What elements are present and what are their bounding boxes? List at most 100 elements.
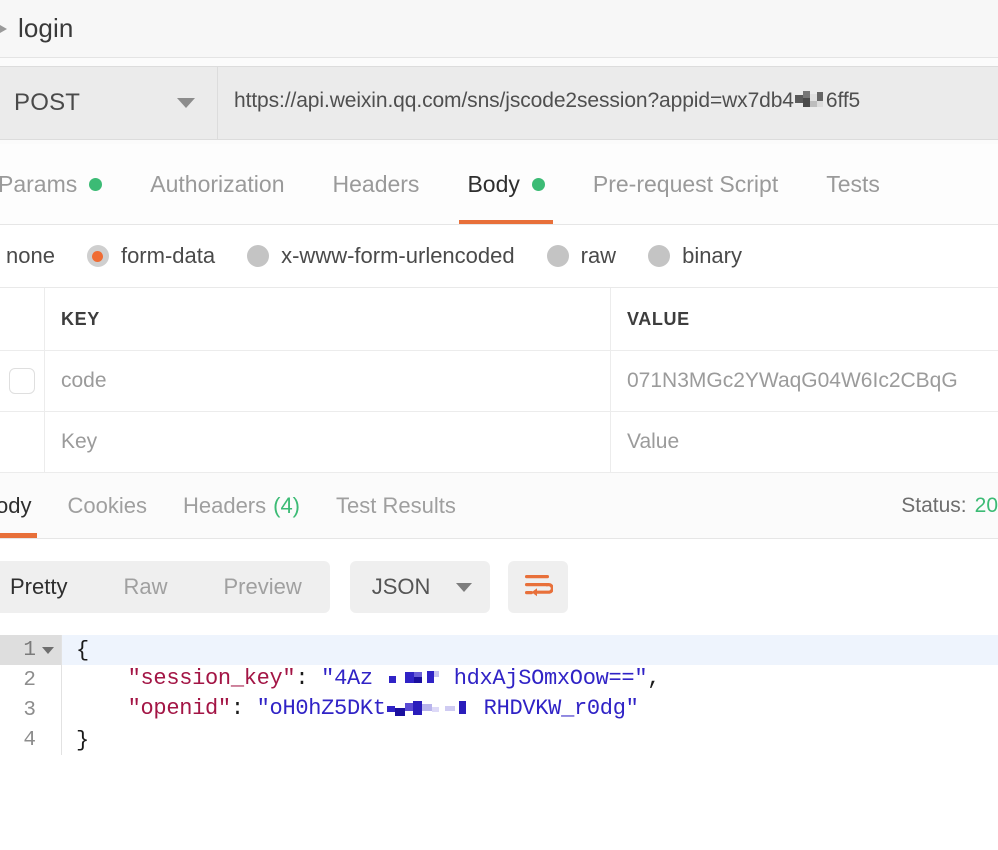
titlebar: login xyxy=(0,0,998,57)
body-type-radio-group: none form-data x-www-form-urlencoded raw… xyxy=(0,225,998,288)
table-row[interactable]: code 071N3MGc2YWaqG04W6Ic2CBqG xyxy=(0,351,998,412)
word-wrap-icon xyxy=(523,572,553,603)
response-tab-headers-label: Headers xyxy=(183,493,266,519)
status-badge: Status: 20 xyxy=(901,473,998,538)
response-tab-body-active-underline xyxy=(0,533,37,538)
response-tab-headers-count: (4) xyxy=(273,493,300,519)
response-body-code-viewer[interactable]: 1 { 2 "session_key": "4Az hdxAjSOmxOow==… xyxy=(0,635,998,755)
radio-x-www-form-urlencoded[interactable]: x-www-form-urlencoded xyxy=(247,243,515,269)
word-wrap-toggle-button[interactable] xyxy=(508,561,568,613)
row-value-input[interactable]: 071N3MGc2YWaqG04W6Ic2CBqG xyxy=(611,351,998,411)
code-line-text: } xyxy=(62,728,89,753)
table-row[interactable]: Key Value xyxy=(0,412,998,473)
row-key-input-placeholder[interactable]: Key xyxy=(45,412,611,472)
radio-binary[interactable]: binary xyxy=(648,243,742,269)
response-tab-headers[interactable]: Headers (4) xyxy=(165,473,318,538)
redaction-mosaic xyxy=(387,668,453,695)
tab-headers-label: Headers xyxy=(333,171,420,198)
code-line: 3 "openid": "oH0hZ5DKtRHDVKW_r0dg" xyxy=(0,695,998,725)
url-input[interactable]: https://api.weixin.qq.com/sns/jscode2ses… xyxy=(218,66,998,140)
redaction-mosaic xyxy=(387,698,483,725)
radio-none[interactable]: none xyxy=(0,243,55,269)
request-tabs-divider xyxy=(0,224,998,225)
response-tab-test-results-label: Test Results xyxy=(336,493,456,519)
radio-form-data[interactable]: form-data xyxy=(87,243,215,269)
radio-x-www-form-urlencoded-label: x-www-form-urlencoded xyxy=(281,243,515,269)
response-tab-body[interactable]: ody xyxy=(0,473,49,538)
chevron-down-icon xyxy=(456,583,472,592)
url-prefix: https://api.weixin.qq.com/sns/jscode2ses… xyxy=(234,89,794,112)
json-key-session-key: "session_key" xyxy=(128,666,296,691)
status-value: 20 xyxy=(975,494,998,518)
code-line-number-text: 3 xyxy=(23,699,36,722)
radio-binary-circle xyxy=(648,245,670,267)
format-preview-button[interactable]: Preview xyxy=(195,561,329,613)
url-suffix: 6ff5 xyxy=(826,89,860,112)
format-pretty-button[interactable]: Pretty xyxy=(0,561,95,613)
tab-body[interactable]: Body xyxy=(443,144,568,225)
response-tab-body-label: ody xyxy=(0,493,31,519)
tab-tests[interactable]: Tests xyxy=(802,144,904,225)
code-line-number-text: 1 xyxy=(23,639,36,662)
tab-authorization-label: Authorization xyxy=(150,171,284,198)
row-key-input[interactable]: code xyxy=(45,351,611,411)
response-tab-test-results[interactable]: Test Results xyxy=(318,473,474,538)
tab-authorization[interactable]: Authorization xyxy=(126,144,308,225)
tab-body-indicator-dot xyxy=(532,178,545,191)
tab-pre-request-script-label: Pre-request Script xyxy=(593,171,778,198)
table-header-row: KEY VALUE xyxy=(0,288,998,351)
radio-raw-circle xyxy=(547,245,569,267)
code-line: 4 } xyxy=(0,725,998,755)
code-line-number-text: 4 xyxy=(23,729,36,752)
http-method-label: POST xyxy=(14,89,80,117)
triangle-right-icon[interactable] xyxy=(0,22,10,36)
table-header-value: VALUE xyxy=(611,288,998,350)
radio-form-data-label: form-data xyxy=(121,243,215,269)
code-line-number: 3 xyxy=(0,695,62,725)
response-tab-cookies[interactable]: Cookies xyxy=(49,473,164,538)
row-checkbox-cell xyxy=(0,351,45,411)
row-value-input-placeholder[interactable]: Value xyxy=(611,412,998,472)
code-line-text: "openid": "oH0hZ5DKtRHDVKW_r0dg" xyxy=(62,696,639,725)
json-value-openid: "oH0hZ5DKtRHDVKW_r0dg" xyxy=(257,696,639,721)
radio-binary-label: binary xyxy=(682,243,742,269)
response-tabs: ody Cookies Headers (4) Test Results Sta… xyxy=(0,473,998,539)
page-title: login xyxy=(18,13,73,44)
http-method-select[interactable]: POST xyxy=(0,66,218,140)
radio-form-data-selected-dot xyxy=(92,251,103,262)
json-value-session-key: "4Az hdxAjSOmxOow==" xyxy=(321,666,647,691)
code-line-text: { xyxy=(62,638,89,663)
radio-form-data-circle xyxy=(87,245,109,267)
tab-params-indicator-dot xyxy=(89,178,102,191)
request-tabs: Params Authorization Headers Body Pre-re… xyxy=(0,144,998,225)
code-fold-toggle-icon[interactable] xyxy=(41,647,55,654)
url-text: https://api.weixin.qq.com/sns/jscode2ses… xyxy=(234,89,860,117)
code-line-number-text: 2 xyxy=(23,669,36,692)
response-tab-cookies-label: Cookies xyxy=(67,493,146,519)
response-language-label: JSON xyxy=(372,574,431,600)
radio-x-www-form-urlencoded-circle xyxy=(247,245,269,267)
row-checkbox-cell xyxy=(0,412,45,472)
response-toolbar: Pretty Raw Preview JSON xyxy=(0,539,998,635)
code-line: 1 { xyxy=(0,635,998,665)
tab-pre-request-script[interactable]: Pre-request Script xyxy=(569,144,802,225)
radio-raw[interactable]: raw xyxy=(547,243,616,269)
code-line-text: "session_key": "4Az hdxAjSOmxOow==", xyxy=(62,666,660,695)
tab-body-label: Body xyxy=(467,171,519,198)
tab-params-label: Params xyxy=(0,171,77,198)
radio-none-label: none xyxy=(6,243,55,269)
code-line: 2 "session_key": "4Az hdxAjSOmxOow==", xyxy=(0,665,998,695)
tab-headers[interactable]: Headers xyxy=(309,144,444,225)
status-label: Status: xyxy=(901,494,966,518)
radio-raw-label: raw xyxy=(581,243,616,269)
code-line-number: 1 xyxy=(0,635,62,665)
form-data-table: KEY VALUE code 071N3MGc2YWaqG04W6Ic2CBqG… xyxy=(0,288,998,473)
tab-params[interactable]: Params xyxy=(0,144,126,225)
chevron-down-icon xyxy=(177,98,195,108)
tab-tests-label: Tests xyxy=(826,171,880,198)
format-raw-button[interactable]: Raw xyxy=(95,561,195,613)
json-key-openid: "openid" xyxy=(128,696,231,721)
table-header-key: KEY xyxy=(45,288,611,350)
response-language-select[interactable]: JSON xyxy=(350,561,491,613)
row-checkbox[interactable] xyxy=(9,368,35,394)
